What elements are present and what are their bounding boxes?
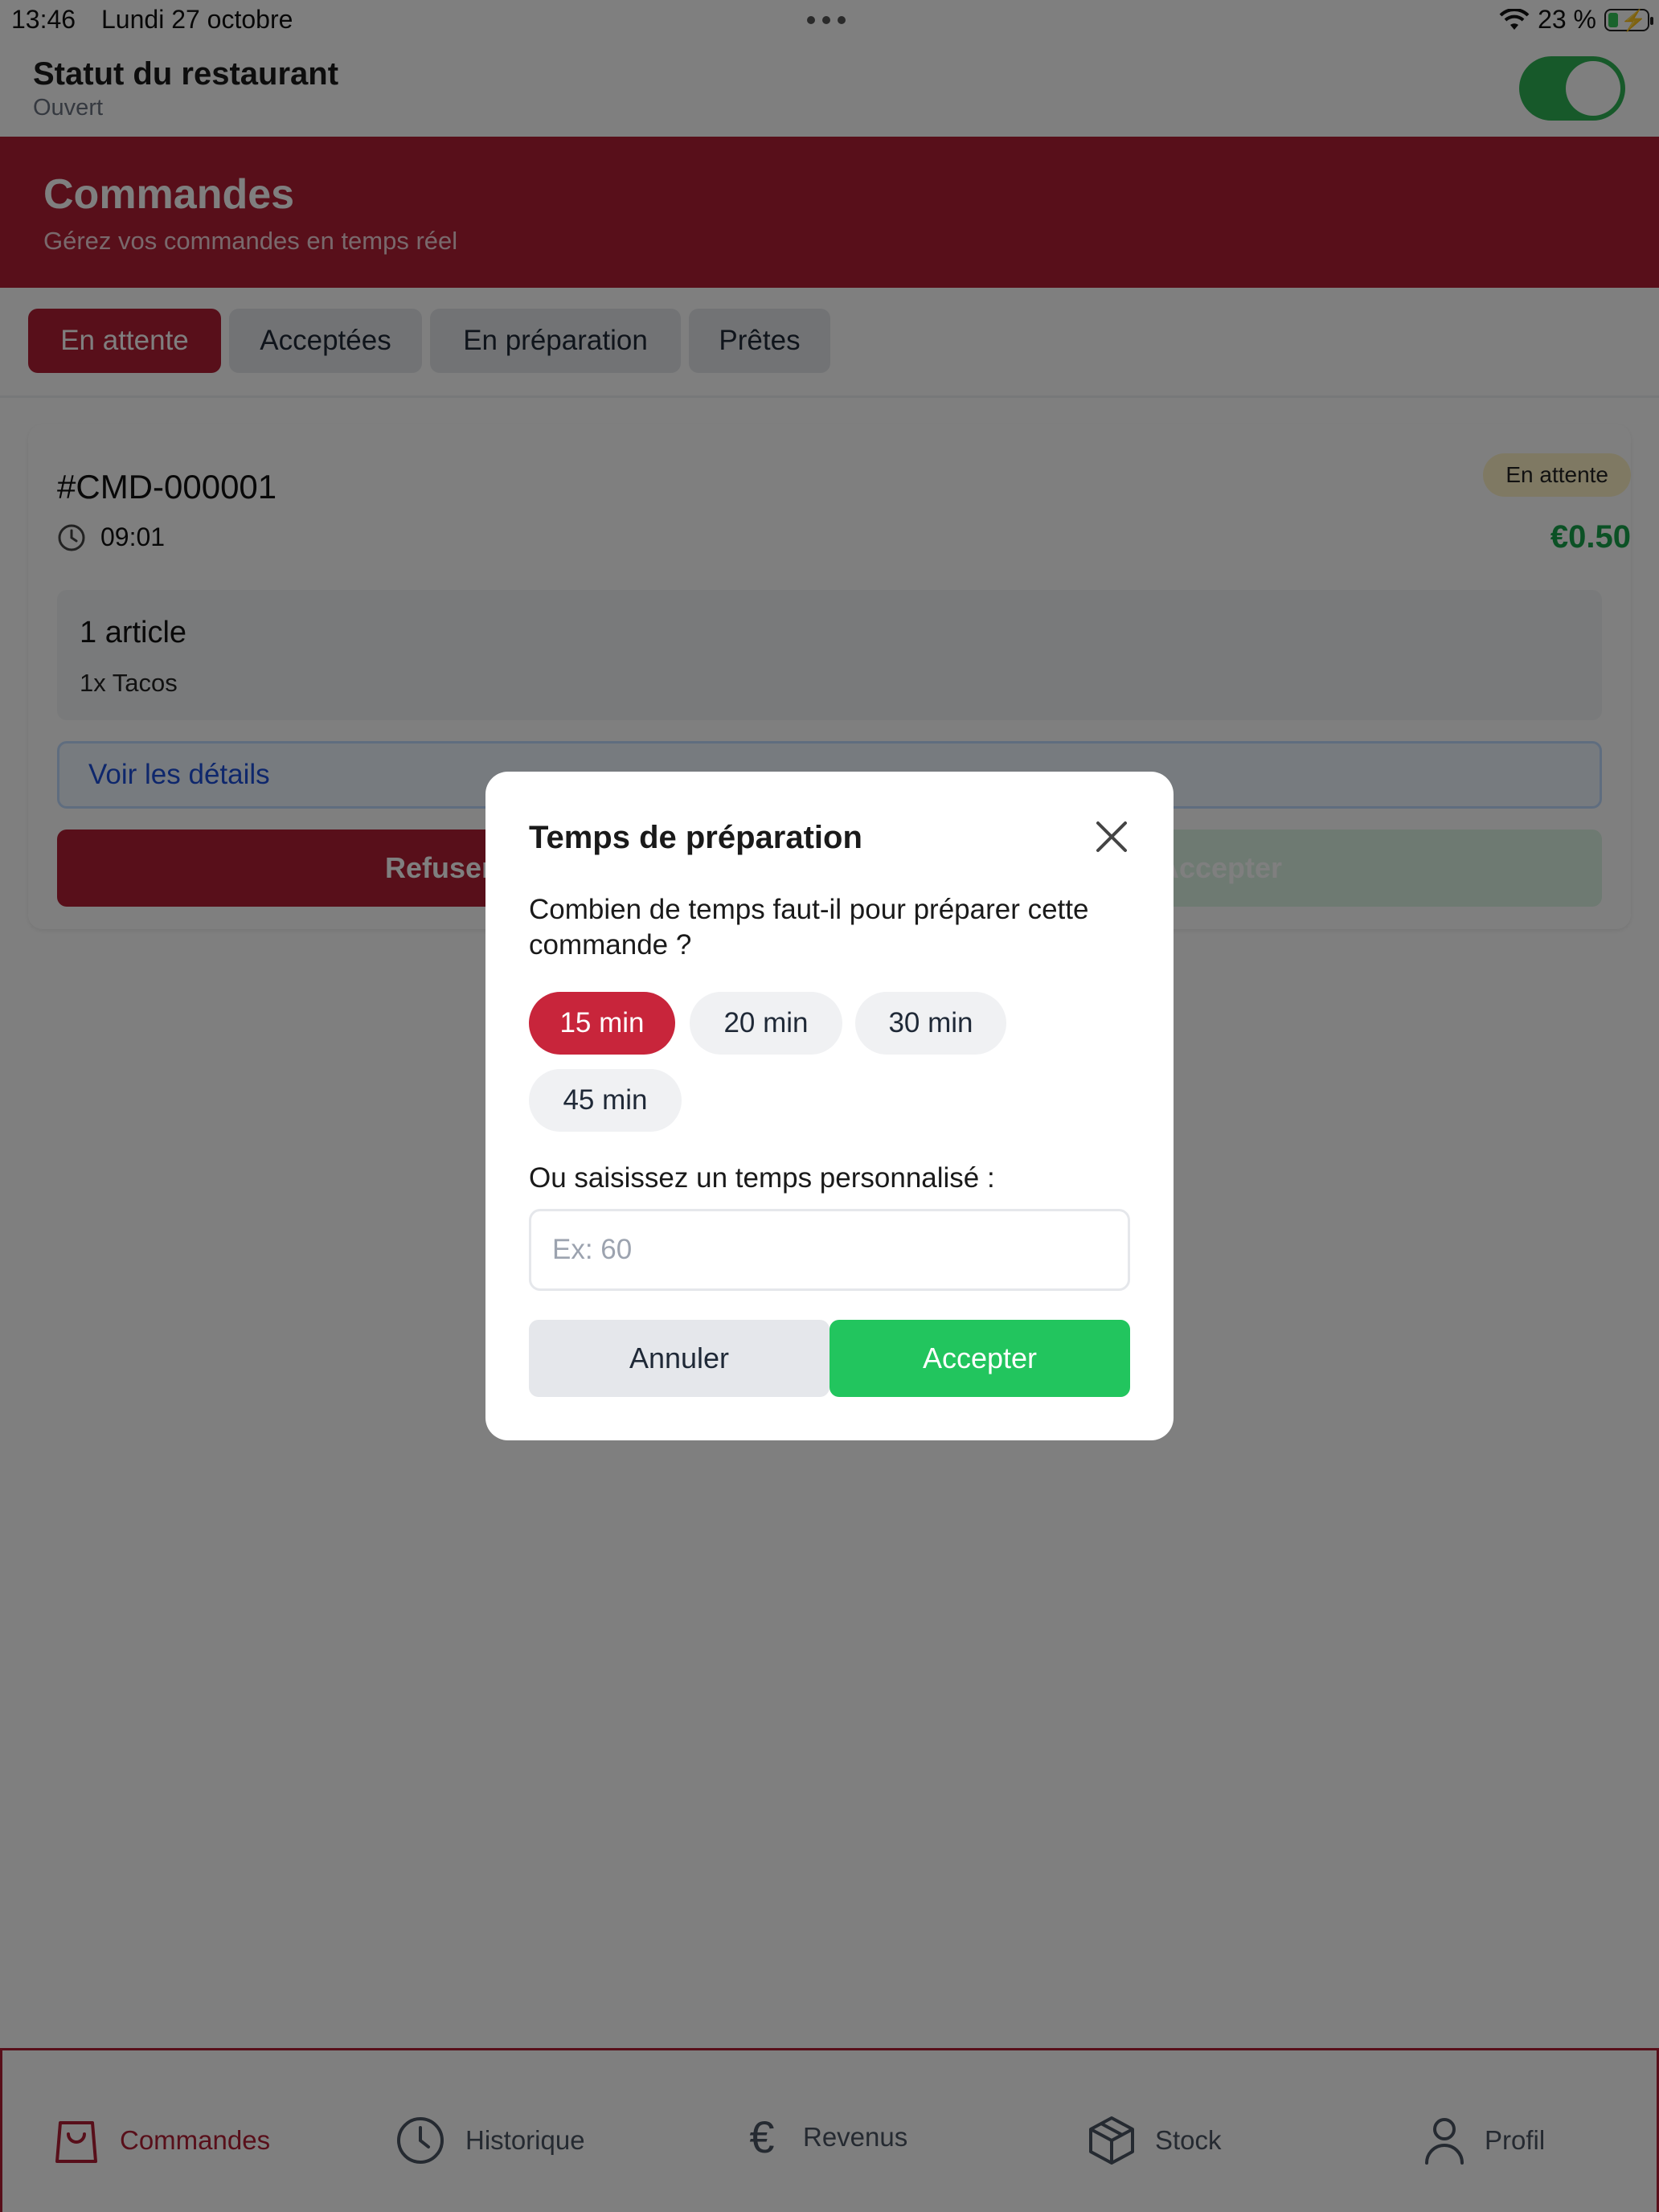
time-option-20[interactable]: 20 min [690,992,842,1055]
cancel-button[interactable]: Annuler [529,1320,830,1397]
dialog-title: Temps de préparation [529,820,862,855]
time-option-30[interactable]: 30 min [855,992,1006,1055]
close-icon[interactable] [1093,818,1130,855]
time-option-15[interactable]: 15 min [529,992,675,1055]
dialog-question: Combien de temps faut-il pour préparer c… [529,894,1089,961]
preparation-time-dialog: Temps de préparation Combien de temps fa… [485,772,1174,1440]
time-option-45[interactable]: 45 min [529,1069,682,1132]
custom-time-input[interactable] [529,1209,1130,1291]
accept-button[interactable]: Accepter [830,1320,1130,1397]
custom-time-label: Ou saisissez un temps personnalisé : [529,1162,995,1194]
